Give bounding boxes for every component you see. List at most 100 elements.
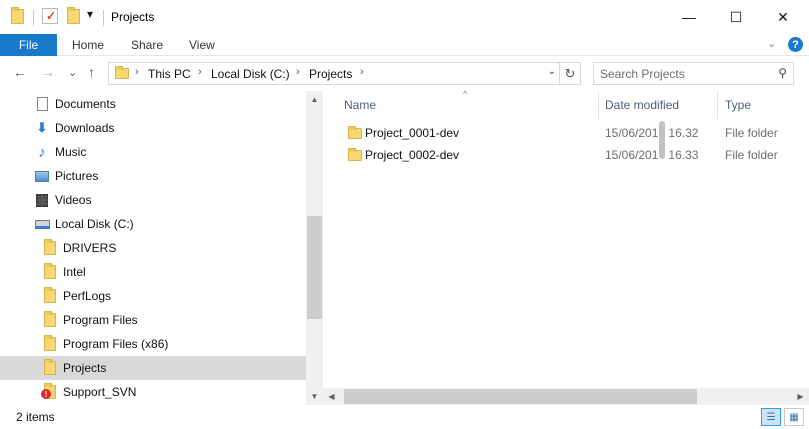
folder-icon	[42, 287, 58, 303]
address-dropdown-icon[interactable]: ⌄	[548, 66, 556, 77]
title-bar: ✓ ▾ Projects — ☐ ✕	[0, 0, 809, 34]
up-button[interactable]: ↑	[88, 64, 95, 80]
close-button[interactable]: ✕	[760, 0, 806, 34]
new-folder-icon[interactable]	[67, 7, 80, 27]
navigation-pane: Documents ⬇ Downloads ♪ Music Pictures V…	[0, 91, 323, 405]
tab-view[interactable]: View	[189, 38, 215, 52]
table-row[interactable]: Project_0002-dev 15/06/201 16.33 File fo…	[341, 144, 809, 166]
breadcrumb-separator: ›	[135, 66, 139, 78]
nav-item-intel[interactable]: Intel	[0, 260, 306, 284]
drive-icon	[34, 217, 50, 231]
breadcrumb-local-disk[interactable]: Local Disk (C:)	[211, 67, 290, 81]
music-icon: ♪	[38, 143, 46, 161]
nav-item-pictures[interactable]: Pictures	[0, 164, 306, 188]
nav-item-projects[interactable]: Projects	[0, 356, 306, 380]
search-input[interactable]	[594, 63, 764, 84]
nav-item-label: DRIVERS	[63, 241, 117, 255]
nav-item-drivers[interactable]: DRIVERS	[0, 236, 306, 260]
videos-icon	[34, 193, 50, 207]
navigation-bar: ← → ⌄ ↑ › This PC › Local Disk (C:) › Pr…	[0, 57, 809, 91]
column-header-name[interactable]: Name	[344, 98, 376, 112]
nav-item-label: Support_SVN	[63, 385, 137, 399]
scrollbar-thumb[interactable]	[344, 389, 697, 404]
scroll-left-icon[interactable]: ◀	[323, 388, 340, 405]
nav-item-support-svn[interactable]: ! Support_SVN	[0, 380, 306, 404]
svn-conflict-folder-icon: !	[41, 383, 58, 399]
folder-icon	[11, 7, 24, 27]
help-icon[interactable]: ?	[788, 37, 803, 52]
nav-item-program-files-x86[interactable]: Program Files (x86)	[0, 332, 306, 356]
scroll-up-icon[interactable]: ▲	[306, 91, 323, 108]
scroll-right-icon[interactable]: ▶	[792, 388, 809, 405]
file-date: 15/06/201 16.33	[605, 148, 699, 162]
breadcrumb-separator[interactable]: ›	[360, 66, 364, 78]
column-header-type[interactable]: Type	[725, 98, 751, 112]
nav-item-label: Projects	[63, 361, 107, 375]
nav-item-label: Documents	[55, 97, 116, 111]
details-view-button[interactable]: ☰	[761, 408, 781, 426]
maximize-button[interactable]: ☐	[713, 0, 759, 34]
search-icon[interactable]: ⚲	[778, 66, 787, 80]
table-row[interactable]: Project_0001-dev 15/06/201 16.32 File fo…	[341, 122, 809, 144]
sort-ascending-icon: ^	[463, 89, 468, 99]
scrollbar-thumb[interactable]	[307, 216, 322, 319]
file-name: Project_0002-dev	[365, 148, 460, 162]
nav-item-perflogs[interactable]: PerfLogs	[0, 284, 306, 308]
nav-item-label: Program Files (x86)	[63, 337, 169, 351]
nav-item-local-disk[interactable]: Local Disk (C:)	[0, 212, 306, 236]
ribbon: File Home Share View ⌄ ?	[0, 34, 809, 56]
file-type: File folder	[725, 148, 778, 162]
tab-share[interactable]: Share	[131, 38, 163, 52]
nav-item-downloads[interactable]: ⬇ Downloads	[0, 116, 306, 140]
nav-item-label: PerfLogs	[63, 289, 112, 303]
title-separator	[103, 10, 104, 26]
nav-item-label: Intel	[63, 265, 86, 279]
recent-locations-button[interactable]: ⌄	[68, 66, 77, 79]
back-button[interactable]: ←	[13, 64, 27, 80]
nav-item-label: Program Files	[63, 313, 138, 327]
nav-item-label: Local Disk (C:)	[55, 217, 134, 231]
column-divider[interactable]	[598, 91, 599, 119]
nav-item-documents[interactable]: Documents	[0, 92, 306, 116]
folder-icon	[115, 66, 129, 82]
breadcrumb-projects[interactable]: Projects	[309, 67, 352, 81]
expand-ribbon-icon[interactable]: ⌄	[767, 37, 776, 50]
breadcrumb-separator[interactable]: ›	[198, 66, 202, 78]
properties-icon[interactable]: ✓	[42, 8, 58, 24]
file-type: File folder	[725, 126, 778, 140]
nav-item-music[interactable]: ♪ Music	[0, 140, 306, 164]
breadcrumb-separator[interactable]: ›	[296, 66, 300, 78]
nav-item-videos[interactable]: Videos	[0, 188, 306, 212]
folder-icon	[42, 359, 58, 375]
folder-icon	[348, 126, 362, 139]
column-header-date-modified[interactable]: Date modified	[605, 98, 679, 112]
title-separator	[33, 10, 34, 26]
window-title: Projects	[111, 10, 155, 24]
nav-item-label: Pictures	[55, 169, 99, 183]
forward-button[interactable]: →	[41, 64, 55, 80]
large-icons-view-button[interactable]: ▦	[784, 408, 804, 426]
downloads-icon: ⬇	[36, 120, 48, 135]
minimize-button[interactable]: —	[666, 0, 712, 34]
customize-quick-access-icon[interactable]: ▾	[87, 7, 93, 25]
tab-file[interactable]: File	[0, 34, 57, 56]
breadcrumb-this-pc[interactable]: This PC	[148, 67, 191, 81]
search-box[interactable]: ⚲	[593, 62, 794, 85]
nav-item-label: Music	[55, 145, 87, 159]
column-resize-indicator	[659, 121, 665, 159]
refresh-button[interactable]: ↻	[560, 62, 581, 85]
file-list-scrollbar[interactable]: ◀ ▶	[323, 388, 809, 405]
address-bar[interactable]: › This PC › Local Disk (C:) › Projects ›…	[108, 62, 560, 85]
file-date: 15/06/201 16.32	[605, 126, 699, 140]
nav-item-label: Videos	[55, 193, 92, 207]
column-divider[interactable]	[717, 91, 718, 119]
item-count: 2 items	[16, 410, 55, 424]
scroll-down-icon[interactable]: ▼	[306, 388, 323, 405]
file-list: ^ Name Date modified Type Project_0001-d…	[323, 89, 809, 405]
nav-pane-scrollbar[interactable]: ▲ ▼	[306, 91, 323, 405]
folder-icon	[42, 311, 58, 327]
pictures-icon	[34, 169, 50, 183]
nav-item-program-files[interactable]: Program Files	[0, 308, 306, 332]
folder-icon	[42, 263, 58, 279]
tab-home[interactable]: Home	[72, 38, 104, 52]
